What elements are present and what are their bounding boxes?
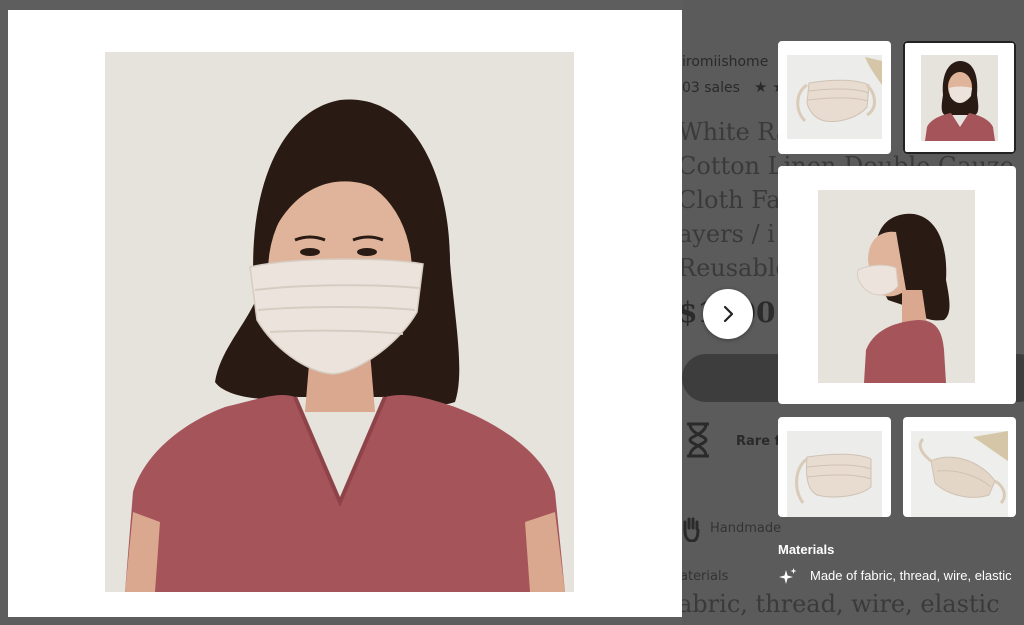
thumbnail-image <box>921 55 998 141</box>
thumbnail-image <box>818 190 975 383</box>
thumbnail-image <box>911 431 1008 517</box>
product-title-line-5: Reusable <box>682 254 790 282</box>
materials-label-bg: aterials <box>682 569 729 584</box>
product-title-line-1: White Ra <box>682 118 791 146</box>
materials-text: Made of fabric, thread, wire, elastic <box>810 568 1012 583</box>
thumbnail-woman-profile[interactable] <box>778 166 1016 404</box>
materials-value-bg: abric, thread, wire, elastic <box>682 590 1000 618</box>
thumbnail-image <box>787 55 882 139</box>
chevron-right-icon <box>723 305 734 323</box>
thumbnail-image <box>787 431 882 517</box>
hourglass-icon <box>687 422 709 458</box>
main-product-photo <box>105 52 574 592</box>
handmade-label: Handmade <box>710 521 782 536</box>
thumbnail-mask-inside[interactable] <box>903 417 1016 517</box>
thumbnail-woman-front[interactable] <box>903 41 1016 154</box>
materials-panel: Materials Made of fabric, thread, wire, … <box>778 534 1024 585</box>
next-image-button[interactable] <box>703 289 753 339</box>
hand-icon <box>683 517 700 542</box>
thumbnail-mask-flat[interactable] <box>778 41 891 154</box>
materials-row: Made of fabric, thread, wire, elastic <box>778 567 1024 585</box>
rare-find-label: Rare fi <box>736 434 785 449</box>
thumbnail-mask-side[interactable] <box>778 417 891 517</box>
product-title-line-4: ayers / i <box>682 220 775 248</box>
sales-count: 03 sales <box>682 80 740 96</box>
materials-heading: Materials <box>778 542 835 557</box>
sparkle-icon <box>779 568 797 584</box>
image-viewer <box>8 10 682 617</box>
shop-name: iromiishome <box>682 54 769 70</box>
